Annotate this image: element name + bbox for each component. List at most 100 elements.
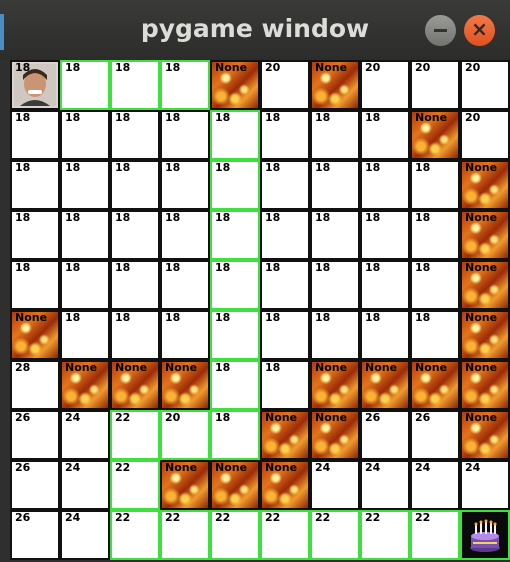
grid-cell[interactable]: 18 bbox=[10, 260, 60, 310]
grid-cell[interactable]: 24 bbox=[60, 510, 110, 560]
grid-cell[interactable]: 18 bbox=[210, 310, 260, 360]
grid-cell[interactable]: 24 bbox=[410, 460, 460, 510]
grid-cell[interactable]: 18 bbox=[60, 260, 110, 310]
grid-cell[interactable]: 18 bbox=[210, 260, 260, 310]
fire-cell[interactable]: None bbox=[460, 360, 510, 410]
grid-cell[interactable]: 18 bbox=[110, 260, 160, 310]
grid-cell[interactable]: 18 bbox=[260, 110, 310, 160]
fire-cell[interactable]: None bbox=[160, 460, 210, 510]
fire-cell[interactable]: None bbox=[210, 460, 260, 510]
grid-cell[interactable]: 26 bbox=[410, 410, 460, 460]
grid-cell[interactable]: 18 bbox=[360, 110, 410, 160]
grid-cell[interactable]: 18 bbox=[60, 60, 110, 110]
grid-cell[interactable]: 18 bbox=[310, 310, 360, 360]
fire-cell[interactable]: None bbox=[310, 410, 360, 460]
fire-cell[interactable]: None bbox=[260, 460, 310, 510]
grid-cell[interactable]: 18 bbox=[110, 110, 160, 160]
grid-cell[interactable]: 22 bbox=[410, 510, 460, 560]
grid-cell[interactable]: 18 bbox=[360, 160, 410, 210]
grid-cell[interactable]: 18 bbox=[310, 110, 360, 160]
fire-cell[interactable]: None bbox=[460, 410, 510, 460]
grid-cell[interactable]: 18 bbox=[110, 310, 160, 360]
grid-cell[interactable]: 18 bbox=[60, 110, 110, 160]
grid-cell[interactable]: 18 bbox=[60, 160, 110, 210]
grid-cell[interactable]: 18 bbox=[210, 410, 260, 460]
grid-cell[interactable]: 18 bbox=[210, 160, 260, 210]
fire-cell[interactable]: None bbox=[310, 60, 360, 110]
grid-cell[interactable]: 20 bbox=[410, 60, 460, 110]
grid-cell[interactable]: 18 bbox=[110, 210, 160, 260]
grid-cell[interactable]: 24 bbox=[60, 410, 110, 460]
grid-cell[interactable]: 22 bbox=[360, 510, 410, 560]
grid-cell[interactable]: 18 bbox=[360, 210, 410, 260]
grid-cell[interactable]: 26 bbox=[360, 410, 410, 460]
fire-cell[interactable]: None bbox=[460, 310, 510, 360]
goal-cell[interactable] bbox=[460, 510, 510, 560]
grid-cell[interactable]: 22 bbox=[110, 460, 160, 510]
grid-cell[interactable]: 18 bbox=[310, 160, 360, 210]
grid-cell[interactable]: 18 bbox=[160, 110, 210, 160]
grid-cell[interactable]: 18 bbox=[160, 310, 210, 360]
grid-cell[interactable]: 18 bbox=[160, 160, 210, 210]
grid-cell[interactable]: 18 bbox=[310, 210, 360, 260]
minimize-icon[interactable] bbox=[425, 15, 456, 46]
grid-cell[interactable]: 26 bbox=[10, 510, 60, 560]
grid-cell[interactable]: 18 bbox=[110, 160, 160, 210]
fire-cell[interactable]: None bbox=[60, 360, 110, 410]
grid-cell[interactable]: 18 bbox=[60, 310, 110, 360]
grid-cell[interactable]: 18 bbox=[310, 260, 360, 310]
grid-cell[interactable]: 18 bbox=[160, 260, 210, 310]
fire-cell[interactable]: None bbox=[110, 360, 160, 410]
grid-cell[interactable]: 18 bbox=[60, 210, 110, 260]
fire-cell[interactable]: None bbox=[410, 360, 460, 410]
grid-cell[interactable]: 22 bbox=[210, 510, 260, 560]
grid-cell[interactable]: 26 bbox=[10, 460, 60, 510]
grid-cell[interactable]: 22 bbox=[310, 510, 360, 560]
grid-cell[interactable]: 18 bbox=[260, 210, 310, 260]
fire-cell[interactable]: None bbox=[310, 360, 360, 410]
grid-cell[interactable]: 18 bbox=[160, 60, 210, 110]
grid-cell[interactable]: 24 bbox=[360, 460, 410, 510]
grid-cell[interactable]: 18 bbox=[160, 210, 210, 260]
grid-cell[interactable]: 18 bbox=[110, 60, 160, 110]
fire-cell[interactable]: None bbox=[410, 110, 460, 160]
grid-cell[interactable]: 24 bbox=[460, 460, 510, 510]
fire-cell[interactable]: None bbox=[360, 360, 410, 410]
grid-cell[interactable]: 20 bbox=[160, 410, 210, 460]
grid-cell[interactable]: 22 bbox=[110, 410, 160, 460]
grid-cell[interactable]: 22 bbox=[110, 510, 160, 560]
grid-cell[interactable]: 18 bbox=[210, 210, 260, 260]
grid-cell[interactable]: 18 bbox=[210, 110, 260, 160]
grid-cell[interactable]: 18 bbox=[10, 160, 60, 210]
fire-cell[interactable]: None bbox=[260, 410, 310, 460]
grid-cell[interactable]: 24 bbox=[310, 460, 360, 510]
grid-cell[interactable]: 22 bbox=[260, 510, 310, 560]
grid-cell[interactable]: 20 bbox=[460, 60, 510, 110]
grid-cell[interactable]: 24 bbox=[60, 460, 110, 510]
player-cell[interactable]: 18 bbox=[10, 60, 60, 110]
grid-cell[interactable]: 26 bbox=[10, 410, 60, 460]
close-icon[interactable]: × bbox=[464, 15, 495, 46]
grid-cell[interactable]: 18 bbox=[360, 260, 410, 310]
fire-cell[interactable]: None bbox=[160, 360, 210, 410]
fire-cell[interactable]: None bbox=[460, 160, 510, 210]
grid-cell[interactable]: 18 bbox=[360, 310, 410, 360]
grid-cell[interactable]: 18 bbox=[260, 160, 310, 210]
grid-cell[interactable]: 20 bbox=[460, 110, 510, 160]
grid-cell[interactable]: 18 bbox=[410, 310, 460, 360]
fire-cell[interactable]: None bbox=[10, 310, 60, 360]
grid-cell[interactable]: 18 bbox=[260, 260, 310, 310]
grid-cell[interactable]: 20 bbox=[360, 60, 410, 110]
grid-cell[interactable]: 18 bbox=[260, 310, 310, 360]
grid-cell[interactable]: 18 bbox=[10, 110, 60, 160]
grid-cell[interactable]: 18 bbox=[210, 360, 260, 410]
grid-cell[interactable]: 18 bbox=[410, 260, 460, 310]
fire-cell[interactable]: None bbox=[460, 210, 510, 260]
fire-cell[interactable]: None bbox=[460, 260, 510, 310]
grid-cell[interactable]: 28 bbox=[10, 360, 60, 410]
grid-cell[interactable]: 20 bbox=[260, 60, 310, 110]
fire-cell[interactable]: None bbox=[210, 60, 260, 110]
grid-cell[interactable]: 18 bbox=[410, 160, 460, 210]
grid-cell[interactable]: 18 bbox=[10, 210, 60, 260]
grid-cell[interactable]: 18 bbox=[260, 360, 310, 410]
